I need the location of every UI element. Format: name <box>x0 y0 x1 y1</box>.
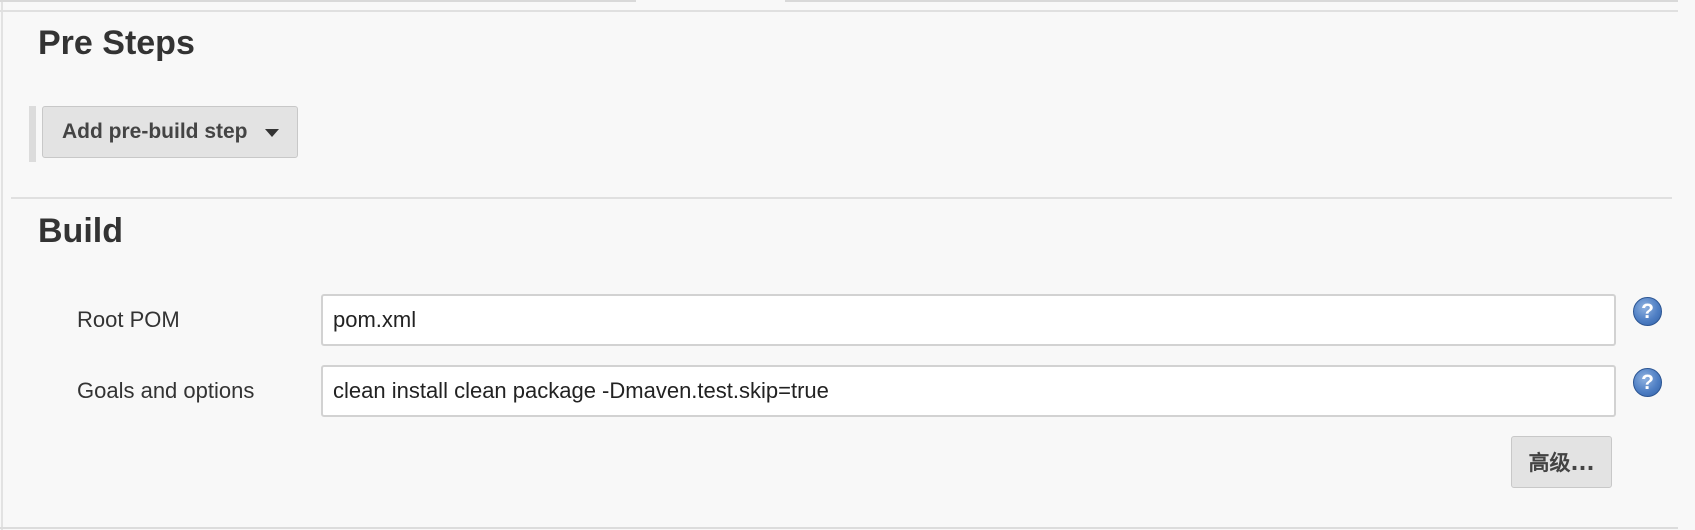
tab-strip-right-edge <box>785 0 1678 2</box>
page-left-border <box>1 0 3 530</box>
pre-steps-heading: Pre Steps <box>38 24 195 62</box>
tab-strip-left-edge <box>0 0 636 2</box>
build-heading: Build <box>38 212 123 250</box>
section-divider <box>11 197 1672 199</box>
advanced-button[interactable]: 高级... <box>1511 436 1612 488</box>
goals-and-options-input[interactable] <box>321 365 1616 417</box>
section-bottom-divider <box>0 527 1678 529</box>
add-pre-build-step-button[interactable]: Add pre-build step <box>42 106 298 158</box>
caret-down-icon <box>264 129 279 137</box>
root-pom-label: Root POM <box>77 307 180 332</box>
pre-steps-drop-target-bar <box>29 106 36 162</box>
root-pom-help-icon[interactable]: ? <box>1633 297 1662 326</box>
root-pom-input[interactable] <box>321 294 1616 346</box>
section-top-divider <box>0 10 1678 12</box>
goals-and-options-help-icon[interactable]: ? <box>1633 368 1662 397</box>
add-pre-build-step-label: Add pre-build step <box>62 120 248 143</box>
goals-and-options-label: Goals and options <box>77 378 255 403</box>
